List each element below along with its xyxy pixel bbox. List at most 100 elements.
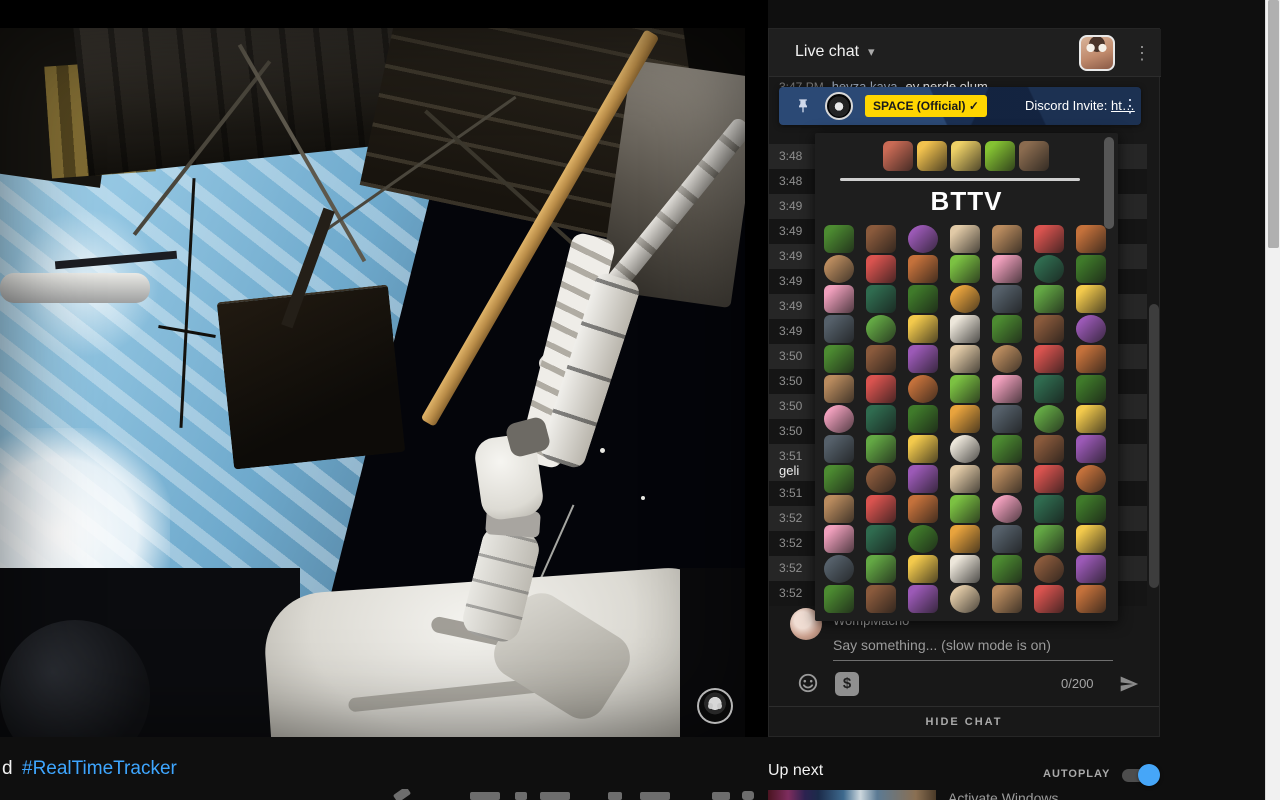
emote[interactable]: [950, 345, 980, 373]
emote[interactable]: [1076, 405, 1106, 433]
emote[interactable]: [908, 315, 938, 343]
emote[interactable]: [1076, 345, 1106, 373]
emote[interactable]: [992, 285, 1022, 313]
emote[interactable]: [1076, 555, 1106, 583]
emote[interactable]: [866, 555, 896, 583]
emote[interactable]: [908, 495, 938, 523]
emote[interactable]: [824, 525, 854, 553]
emote[interactable]: [866, 495, 896, 523]
up-next-thumbnail[interactable]: [768, 790, 936, 800]
emote[interactable]: [1034, 315, 1064, 343]
emote[interactable]: [950, 465, 980, 493]
emote[interactable]: [1076, 495, 1106, 523]
emote[interactable]: [824, 285, 854, 313]
emote[interactable]: [992, 405, 1022, 433]
superchat-dollar-icon[interactable]: $: [835, 672, 859, 696]
emote[interactable]: [950, 225, 980, 253]
emote[interactable]: [1076, 315, 1106, 343]
emote[interactable]: [866, 435, 896, 463]
emote[interactable]: [1034, 525, 1064, 553]
emote[interactable]: [1076, 585, 1106, 613]
video-frame[interactable]: [0, 28, 745, 737]
kebab-menu-icon[interactable]: ⋮: [1121, 97, 1139, 115]
emote[interactable]: [1076, 465, 1106, 493]
emote[interactable]: [866, 375, 896, 403]
emote[interactable]: [1019, 141, 1049, 171]
emote[interactable]: [824, 435, 854, 463]
emote[interactable]: [908, 405, 938, 433]
emote[interactable]: [1034, 465, 1064, 493]
emote[interactable]: [866, 285, 896, 313]
chat-input[interactable]: Say something... (slow mode is on): [833, 637, 1051, 653]
emote[interactable]: [950, 555, 980, 583]
browser-scrollbar-thumb[interactable]: [1268, 0, 1279, 248]
emote[interactable]: [866, 585, 896, 613]
emote[interactable]: [866, 225, 896, 253]
user-avatar[interactable]: [1079, 35, 1115, 71]
emote[interactable]: [1076, 375, 1106, 403]
chevron-down-icon[interactable]: ▾: [868, 44, 875, 60]
emote[interactable]: [824, 555, 854, 583]
emote[interactable]: [908, 225, 938, 253]
emote[interactable]: [950, 405, 980, 433]
emote[interactable]: [824, 465, 854, 493]
emote[interactable]: [992, 435, 1022, 463]
emote[interactable]: [950, 315, 980, 343]
emote[interactable]: [908, 555, 938, 583]
emote[interactable]: [950, 255, 980, 283]
emote[interactable]: [1034, 225, 1064, 253]
emote[interactable]: [985, 141, 1015, 171]
emote[interactable]: [1034, 585, 1064, 613]
send-icon[interactable]: [1117, 674, 1141, 694]
emote[interactable]: [908, 345, 938, 373]
emote[interactable]: [866, 315, 896, 343]
chat-scrollbar-thumb[interactable]: [1149, 304, 1159, 588]
emote[interactable]: [866, 525, 896, 553]
kebab-menu-icon[interactable]: ⋮: [1133, 44, 1151, 62]
emote[interactable]: [908, 255, 938, 283]
emote[interactable]: [950, 495, 980, 523]
emote[interactable]: [1076, 225, 1106, 253]
emote[interactable]: [950, 285, 980, 313]
hashtag-link[interactable]: #RealTimeTracker: [22, 758, 177, 780]
browser-scrollbar[interactable]: [1265, 0, 1280, 800]
emote[interactable]: [950, 525, 980, 553]
emote[interactable]: [992, 345, 1022, 373]
emote[interactable]: [883, 141, 913, 171]
emote[interactable]: [824, 495, 854, 523]
emote[interactable]: [950, 435, 980, 463]
emote[interactable]: [1034, 435, 1064, 463]
emote[interactable]: [824, 375, 854, 403]
emote[interactable]: [908, 525, 938, 553]
emote[interactable]: [908, 285, 938, 313]
emote[interactable]: [992, 375, 1022, 403]
emote[interactable]: [1034, 255, 1064, 283]
emote[interactable]: [1034, 345, 1064, 373]
picker-scrollbar-thumb[interactable]: [1104, 137, 1114, 229]
emote[interactable]: [824, 225, 854, 253]
emote[interactable]: [992, 465, 1022, 493]
emote[interactable]: [1076, 435, 1106, 463]
emote[interactable]: [824, 315, 854, 343]
emote[interactable]: [992, 585, 1022, 613]
emote[interactable]: [866, 465, 896, 493]
emoji-icon[interactable]: [797, 672, 819, 694]
autoplay-toggle[interactable]: [1122, 764, 1160, 786]
emote[interactable]: [908, 465, 938, 493]
emote[interactable]: [1076, 525, 1106, 553]
emote[interactable]: [992, 525, 1022, 553]
emote[interactable]: [1034, 555, 1064, 583]
emote[interactable]: [824, 585, 854, 613]
emote[interactable]: [992, 315, 1022, 343]
emote[interactable]: [866, 345, 896, 373]
channel-watermark-logo[interactable]: [697, 688, 733, 724]
emote[interactable]: [992, 255, 1022, 283]
emote[interactable]: [1076, 255, 1106, 283]
emote[interactable]: [951, 141, 981, 171]
emote[interactable]: [1034, 285, 1064, 313]
emote[interactable]: [992, 555, 1022, 583]
emote[interactable]: [992, 495, 1022, 523]
emote[interactable]: [866, 255, 896, 283]
pinned-message-banner[interactable]: SPACE (Official) ✓ Discord Invite: ht… ⋮: [779, 87, 1141, 125]
emote[interactable]: [1076, 285, 1106, 313]
